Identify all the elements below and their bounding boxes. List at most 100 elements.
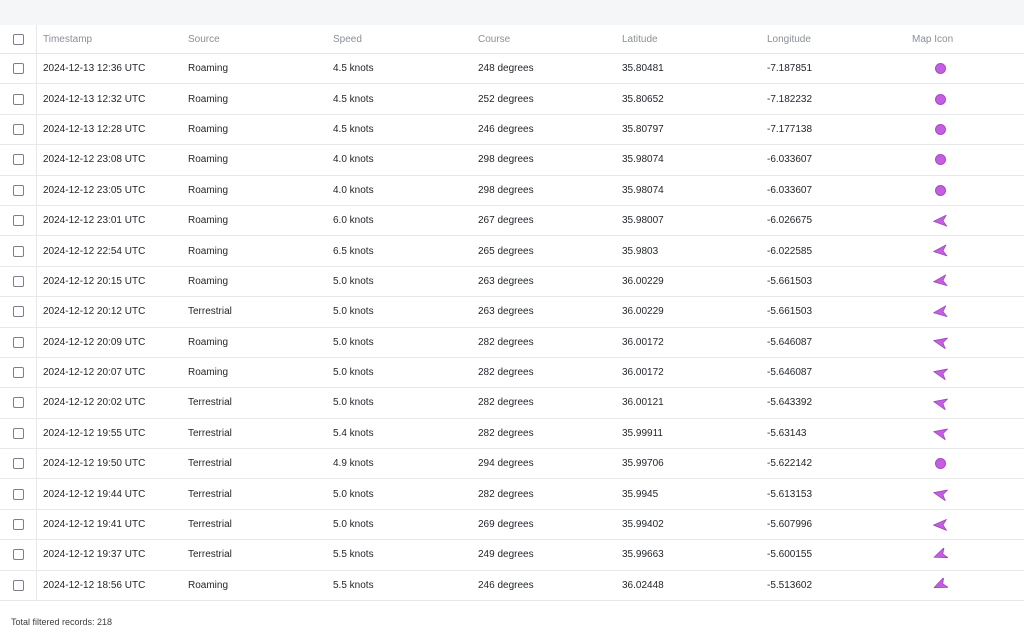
longitude-cell: -7.182232: [767, 93, 813, 105]
row-select-cell: [0, 388, 37, 418]
table-row[interactable]: 2024-12-12 19:55 UTC Terrestrial 5.4 knots…: [0, 418, 1024, 450]
table-row[interactable]: 2024-12-13 12:36 UTC Roaming 4.5 knots 248 …: [0, 54, 1024, 85]
row-checkbox[interactable]: [12, 123, 24, 135]
row-select-cell: [0, 297, 37, 327]
table-row[interactable]: 2024-12-12 20:15 UTC Roaming 5.0 knots 263 …: [0, 266, 1024, 298]
source-cell: Roaming: [188, 93, 229, 105]
table-row[interactable]: 2024-12-12 19:37 UTC Terrestrial 5.5 knots…: [0, 540, 1024, 571]
column-header-course[interactable]: Course: [478, 25, 510, 53]
header-row: Timestamp Source Speed Course Latitude L…: [0, 25, 1024, 54]
row-checkbox[interactable]: [12, 184, 24, 196]
map-marker-arrow-icon: [933, 578, 948, 589]
row-checkbox[interactable]: [12, 215, 24, 227]
column-header-speed[interactable]: Speed: [333, 25, 362, 53]
row-checkbox[interactable]: [12, 488, 24, 500]
table-row[interactable]: 2024-12-12 22:54 UTC Roaming 6.5 knots 265 …: [0, 236, 1024, 267]
course-cell: 246 degrees: [478, 579, 534, 591]
column-header-map-icon[interactable]: Map Icon: [912, 25, 968, 53]
longitude-cell: -5.643392: [767, 397, 813, 409]
table-row[interactable]: 2024-12-13 12:32 UTC Roaming 4.5 knots 252 …: [0, 84, 1024, 115]
timestamp-cell: 2024-12-12 19:55 UTC: [43, 427, 146, 439]
longitude-cell: -5.607996: [767, 519, 813, 531]
row-checkbox[interactable]: [12, 336, 24, 348]
row-checkbox[interactable]: [12, 245, 24, 257]
table-row[interactable]: 2024-12-12 18:56 UTC Roaming 5.5 knots 246 …: [0, 570, 1024, 602]
table-row[interactable]: 2024-12-12 20:07 UTC Roaming 5.0 knots 282 …: [0, 357, 1024, 389]
row-checkbox[interactable]: [12, 458, 24, 470]
row-select-cell: [0, 540, 37, 570]
timestamp-cell: 2024-12-12 20:09 UTC: [43, 336, 146, 348]
table-row[interactable]: 2024-12-12 23:08 UTC Roaming 4.0 knots 298 …: [0, 145, 1024, 176]
row-checkbox[interactable]: [12, 549, 24, 561]
course-cell: 263 degrees: [478, 306, 534, 318]
row-checkbox[interactable]: [12, 275, 24, 287]
row-checkbox[interactable]: [12, 154, 24, 166]
speed-cell: 5.0 knots: [333, 397, 374, 409]
column-header-latitude[interactable]: Latitude: [622, 25, 658, 53]
table-row[interactable]: 2024-12-12 20:12 UTC Terrestrial 5.0 knots…: [0, 297, 1024, 328]
source-cell: Terrestrial: [188, 397, 232, 409]
source-cell: Roaming: [188, 184, 229, 196]
table-row[interactable]: 2024-12-12 19:50 UTC Terrestrial 4.9 knots…: [0, 449, 1024, 480]
timestamp-cell: 2024-12-12 18:56 UTC: [43, 579, 146, 591]
map-icon-cell: [912, 358, 968, 387]
table-row[interactable]: 2024-12-12 20:02 UTC Terrestrial 5.0 knots…: [0, 388, 1024, 419]
longitude-cell: -5.63143: [767, 427, 807, 439]
row-checkbox[interactable]: [12, 519, 24, 531]
speed-cell: 6.5 knots: [333, 245, 374, 257]
timestamp-cell: 2024-12-12 22:54 UTC: [43, 245, 146, 257]
map-marker-arrow-icon: [933, 368, 948, 380]
column-header-timestamp[interactable]: Timestamp: [43, 25, 92, 53]
source-cell: Terrestrial: [188, 458, 232, 470]
table-row[interactable]: 2024-12-12 20:09 UTC Roaming 5.0 knots 282 …: [0, 327, 1024, 358]
row-checkbox[interactable]: [12, 427, 24, 439]
map-icon-cell: [912, 206, 968, 235]
map-icon-cell: [912, 449, 968, 478]
row-checkbox[interactable]: [12, 397, 24, 409]
select-all-checkbox[interactable]: [12, 33, 24, 45]
row-select-cell: [0, 449, 37, 479]
map-marker-dot-icon: [934, 154, 946, 166]
map-icon-cell: [912, 84, 968, 113]
table-row[interactable]: 2024-12-12 23:01 UTC Roaming 6.0 knots 267 …: [0, 205, 1024, 237]
source-cell: Roaming: [188, 245, 229, 257]
timestamp-cell: 2024-12-12 19:37 UTC: [43, 549, 146, 561]
latitude-cell: 35.80481: [622, 63, 664, 75]
source-cell: Terrestrial: [188, 519, 232, 531]
course-cell: 282 degrees: [478, 488, 534, 500]
timestamp-cell: 2024-12-12 19:44 UTC: [43, 488, 146, 500]
map-marker-arrow-icon: [933, 305, 948, 317]
course-cell: 294 degrees: [478, 458, 534, 470]
timestamp-cell: 2024-12-13 12:32 UTC: [43, 93, 146, 105]
latitude-cell: 35.99663: [622, 549, 664, 561]
map-icon-cell: [912, 176, 968, 205]
row-select-cell: [0, 266, 37, 297]
timestamp-cell: 2024-12-12 20:12 UTC: [43, 306, 146, 318]
table-row[interactable]: 2024-12-12 23:05 UTC Roaming 4.0 knots 298 …: [0, 175, 1024, 206]
row-checkbox[interactable]: [12, 367, 24, 379]
course-cell: 282 degrees: [478, 397, 534, 409]
row-checkbox[interactable]: [12, 306, 24, 318]
latitude-cell: 36.00229: [622, 275, 664, 287]
row-select-cell: [0, 175, 37, 205]
source-cell: Terrestrial: [188, 427, 232, 439]
latitude-cell: 35.98007: [622, 215, 664, 227]
table-row[interactable]: 2024-12-13 12:28 UTC Roaming 4.5 knots 246 …: [0, 114, 1024, 146]
table-row[interactable]: 2024-12-12 19:44 UTC Terrestrial 5.0 knots…: [0, 479, 1024, 510]
map-icon-cell: [912, 479, 968, 508]
map-marker-arrow-icon: [933, 547, 948, 559]
column-header-source[interactable]: Source: [188, 25, 220, 53]
longitude-cell: -5.613153: [767, 488, 813, 500]
source-cell: Roaming: [188, 63, 229, 75]
row-checkbox[interactable]: [12, 93, 24, 105]
map-marker-dot-icon: [934, 93, 946, 105]
latitude-cell: 36.00172: [622, 367, 664, 379]
latitude-cell: 36.02448: [622, 579, 664, 591]
column-header-longitude[interactable]: Longitude: [767, 25, 811, 53]
latitude-cell: 35.80797: [622, 123, 664, 135]
table-row[interactable]: 2024-12-12 19:41 UTC Terrestrial 5.0 knots…: [0, 509, 1024, 541]
row-checkbox[interactable]: [12, 63, 24, 75]
row-checkbox[interactable]: [12, 579, 24, 591]
speed-cell: 4.5 knots: [333, 123, 374, 135]
map-icon-cell: [912, 267, 968, 296]
